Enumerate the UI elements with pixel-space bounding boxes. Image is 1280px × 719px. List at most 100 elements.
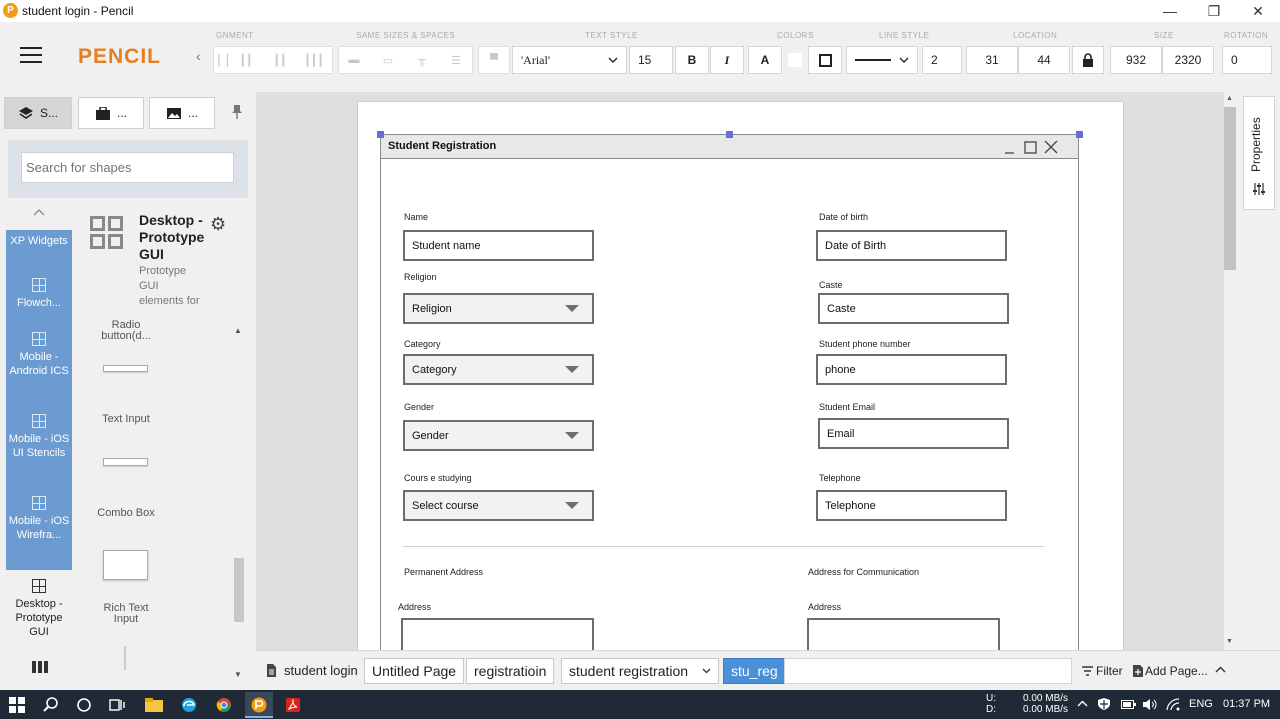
student-name-input[interactable]: Student name: [403, 230, 594, 261]
volume-icon[interactable]: [1142, 698, 1157, 712]
tab-shapes[interactable]: S...: [4, 97, 72, 129]
align-left-icon[interactable]: ▏▏: [218, 51, 236, 69]
filter-button[interactable]: Filter: [1082, 664, 1123, 678]
bold-button[interactable]: B: [675, 46, 709, 74]
text-color-button[interactable]: A: [748, 46, 782, 74]
align-center-icon[interactable]: ┃┃: [237, 51, 255, 69]
course-combo[interactable]: Select course: [403, 490, 594, 521]
shape-rich-text-input[interactable]: Rich Text Input: [91, 603, 161, 625]
chrome-browser-icon[interactable]: [213, 694, 235, 716]
canvas-scroll-thumb[interactable]: [1224, 107, 1236, 270]
permanent-address-textarea[interactable]: [401, 618, 594, 650]
selection-handle[interactable]: [1076, 131, 1083, 138]
windows-start-icon[interactable]: [6, 694, 28, 716]
file-explorer-icon[interactable]: [143, 694, 165, 716]
religion-combo[interactable]: Religion: [403, 293, 594, 324]
communication-address-textarea[interactable]: [807, 618, 1000, 650]
scroll-up-arrow[interactable]: ▲: [234, 326, 242, 335]
close-button[interactable]: ✕: [1236, 0, 1280, 22]
vertical-divider-thumbnail[interactable]: [124, 646, 126, 670]
collection-android-ics[interactable]: Mobile - Android ICS: [6, 332, 72, 378]
text-input-thumbnail[interactable]: [103, 365, 148, 372]
fill-color-swatch[interactable]: [787, 52, 803, 68]
page-tab-untitled[interactable]: Untitled Page: [364, 658, 465, 684]
chevron-up-icon[interactable]: [1215, 666, 1227, 674]
collection-flowchart[interactable]: Flowch...: [6, 278, 72, 310]
font-family-select[interactable]: 'Arial': [512, 46, 627, 74]
clock[interactable]: 01:37 PM: [1223, 698, 1270, 710]
scroll-up-icon[interactable]: [33, 208, 47, 220]
collection-desktop-prototype[interactable]: Desktop - Prototype GUI: [6, 579, 72, 639]
pin-icon[interactable]: [230, 104, 244, 120]
tray-overflow-icon[interactable]: [1077, 700, 1088, 708]
page-tab-registratioin[interactable]: registratioin: [466, 658, 555, 684]
gear-icon[interactable]: ⚙: [210, 214, 226, 235]
shape-radio-button[interactable]: Radio button(d...: [91, 320, 161, 342]
shape-list-scrollbar[interactable]: [232, 326, 246, 680]
selection-handle[interactable]: [726, 131, 733, 138]
dialog-close-icon[interactable]: [1044, 140, 1058, 154]
collection-xp-widgets[interactable]: XP Widgets: [6, 234, 72, 248]
dob-input[interactable]: Date of Birth: [816, 230, 1007, 261]
gender-combo[interactable]: Gender: [403, 420, 594, 451]
size-height-input[interactable]: 2320: [1162, 46, 1214, 74]
align-bottom-icon[interactable]: ╥: [413, 51, 431, 69]
tab-clipart[interactable]: ...: [149, 97, 215, 129]
category-combo[interactable]: Category: [403, 354, 594, 385]
page-tab-stu-reg[interactable]: stu_reg: [723, 658, 786, 684]
canvas-scroll-up[interactable]: ▲: [1226, 95, 1233, 102]
rotation-input[interactable]: 0: [1222, 46, 1272, 74]
shape-list-scroll-thumb[interactable]: [234, 558, 244, 622]
email-input[interactable]: Email: [818, 418, 1009, 449]
task-view-icon[interactable]: [106, 694, 128, 716]
align-right-icon[interactable]: ┃┃: [271, 51, 289, 69]
tab-collections[interactable]: ...: [78, 97, 144, 129]
language-indicator[interactable]: ENG: [1189, 698, 1213, 710]
more-collections-icon[interactable]: [32, 661, 48, 675]
phone-input[interactable]: phone: [816, 354, 1007, 385]
selection-handle[interactable]: [377, 131, 384, 138]
search-icon[interactable]: [40, 694, 62, 716]
collection-ios-ui-stencils[interactable]: Mobile - iOS UI Stencils: [6, 414, 72, 460]
telephone-input[interactable]: Telephone: [816, 490, 1007, 521]
italic-button[interactable]: I: [710, 46, 744, 74]
collapse-toolbar-button[interactable]: ‹: [196, 48, 201, 64]
page-tab-student-registration[interactable]: student registration: [561, 658, 719, 684]
search-shapes-input[interactable]: [21, 152, 234, 183]
dialog-maximize-icon[interactable]: [1024, 141, 1037, 154]
dialog-minimize-icon[interactable]: [1004, 143, 1015, 154]
line-style-select[interactable]: [846, 46, 918, 74]
scroll-down-arrow[interactable]: ▼: [234, 670, 242, 679]
menu-icon[interactable]: [20, 47, 42, 63]
combo-box-thumbnail[interactable]: [103, 458, 148, 466]
shape-combo-box[interactable]: Combo Box: [91, 508, 161, 519]
collection-ios-wireframe[interactable]: Mobile - iOS Wirefra...: [6, 496, 72, 542]
student-registration-dialog[interactable]: [380, 134, 1079, 664]
location-x-input[interactable]: 31: [966, 46, 1018, 74]
font-size-input[interactable]: 15: [629, 46, 673, 74]
collection-title: Desktop - Prototype GUI: [139, 212, 205, 262]
stroke-color-button[interactable]: [808, 46, 842, 74]
align-distribute-icon[interactable]: ┃┃┃: [304, 51, 324, 69]
space-evenly-icon[interactable]: ☰: [447, 51, 465, 69]
location-y-input[interactable]: 44: [1018, 46, 1070, 74]
edge-browser-icon[interactable]: [178, 694, 200, 716]
add-page-button[interactable]: Add Page...: [1133, 664, 1208, 678]
align-middle-icon[interactable]: ▭: [379, 51, 397, 69]
line-width-input[interactable]: 2: [922, 46, 962, 74]
restore-button[interactable]: ❐: [1192, 0, 1236, 22]
shape-text-input[interactable]: Text Input: [91, 414, 161, 425]
format-painter-icon[interactable]: ▀: [485, 51, 503, 69]
battery-icon[interactable]: [1121, 700, 1136, 710]
cortana-icon[interactable]: [73, 694, 95, 716]
canvas-scroll-down[interactable]: ▼: [1226, 638, 1233, 645]
defender-icon[interactable]: [1097, 697, 1111, 711]
rich-text-thumbnail[interactable]: [103, 550, 148, 580]
pdf-reader-icon[interactable]: [282, 694, 304, 716]
size-width-input[interactable]: 932: [1110, 46, 1162, 74]
wifi-icon[interactable]: [1166, 698, 1180, 712]
lock-ratio-button[interactable]: [1072, 46, 1104, 74]
caste-input[interactable]: Caste: [818, 293, 1009, 324]
align-top-icon[interactable]: ▬: [345, 51, 363, 69]
minimize-button[interactable]: —: [1148, 0, 1192, 22]
